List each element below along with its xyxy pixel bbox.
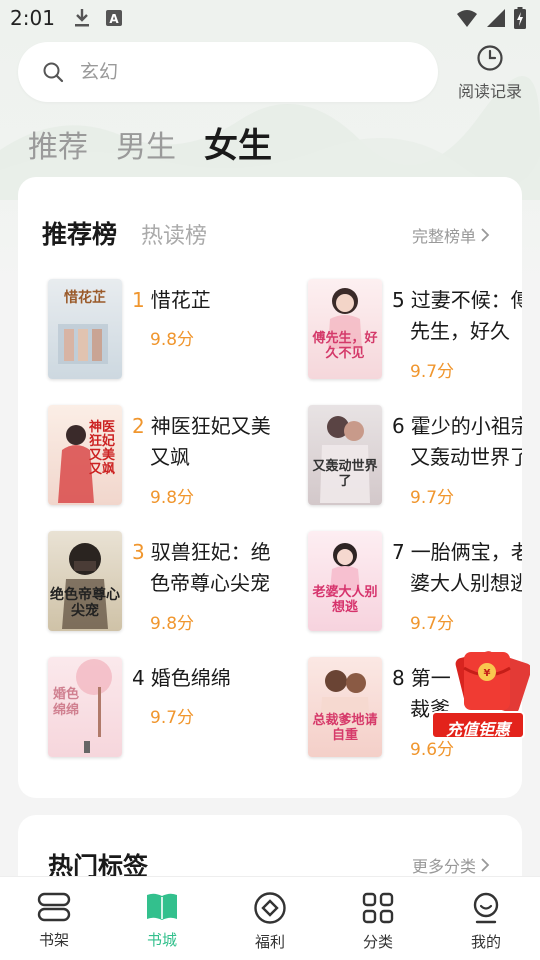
book-rank: 2 (132, 414, 145, 438)
nav-profile[interactable]: 我的 (446, 877, 526, 952)
cover-title: 神医狂妃又美又飒 (88, 420, 115, 477)
diamond-icon (254, 892, 286, 924)
tab-female[interactable]: 女生 (204, 118, 272, 167)
book-score: 9.7分 (150, 708, 195, 728)
book-cover: 神医狂妃又美又飒 (48, 405, 122, 505)
nav-label: 分类 (362, 933, 393, 951)
book-cover: 惜花芷 (48, 279, 122, 379)
wifi-icon (457, 10, 477, 27)
nav-label: 书架 (38, 931, 69, 949)
book-score: 9.8分 (150, 330, 195, 350)
book-cover: 绝色帝尊心尖宠 (48, 531, 122, 631)
app-notification-icon: A (105, 10, 122, 26)
book-cover: 婚色绵绵 (48, 657, 122, 757)
book-rank: 5 (392, 288, 405, 312)
book-item[interactable]: 老婆大人别想逃 7 一胎俩宝，老 婆大人别想逃 9.7分 (308, 531, 522, 634)
book-rank: 6 (392, 414, 405, 438)
cover-title: 又轰动世界了 (312, 459, 378, 489)
book-title: 1 惜花芷 (132, 288, 211, 312)
book-item[interactable]: 神医狂妃又美又飒 2 神医狂妃又美 又飒 9.8分 (48, 405, 308, 508)
svg-text:A: A (109, 12, 119, 26)
book-item[interactable]: 绝色帝尊心尖宠 3 驭兽狂妃：绝 色帝尊心尖宠 9.8分 (48, 531, 308, 634)
tab-male[interactable]: 男生 (116, 122, 176, 166)
book-title: 2 神医狂妃又美 又飒 (132, 414, 271, 469)
book-score: 9.8分 (150, 488, 195, 508)
download-icon (74, 9, 89, 27)
cover-illustration (330, 543, 360, 591)
more-categories-label: 更多分类 (411, 857, 476, 876)
book-cover: 总裁爹地请自重 (308, 657, 382, 757)
nav-bookshelf[interactable]: 书架 (14, 877, 94, 950)
profile-icon (473, 892, 499, 924)
recharge-promo-button[interactable]: ¥ 充值钜惠 (430, 648, 532, 744)
clock-icon (477, 45, 503, 71)
nav-label: 我的 (470, 933, 501, 951)
grid-icon (362, 892, 394, 924)
tab-recommend[interactable]: 推荐 (28, 122, 88, 166)
cover-title: 婚色绵绵 (52, 687, 79, 718)
book-score: 9.7分 (410, 614, 455, 634)
cover-title: 绝色帝尊心尖宠 (50, 587, 120, 619)
status-bar: 2:01 A (0, 0, 540, 36)
book-item[interactable]: 傅先生，好久不见 5 过妻不候：傅 先生，好久 9.7分 (308, 279, 522, 382)
book-title: 5 过妻不候：傅 先生，好久 (392, 288, 522, 343)
battery-icon (514, 7, 526, 29)
ranking-tabs: 推荐榜 热读榜 (42, 215, 207, 251)
book-title: 4 婚色绵绵 (132, 666, 231, 690)
cover-title: 老婆大人别想逃 (312, 585, 378, 615)
nav-label: 福利 (254, 933, 285, 951)
cover-title: 总裁爹地请自重 (312, 713, 378, 743)
promo-label: 充值钜惠 (445, 720, 510, 739)
more-categories-link[interactable]: 更多分类 (412, 853, 490, 877)
reading-history-label: 阅读记录 (457, 82, 522, 101)
book-cover: 傅先生，好久不见 (308, 279, 382, 379)
book-item[interactable]: 婚色绵绵 4 婚色绵绵 9.7分 (48, 657, 308, 759)
category-tabs: 推荐 男生 女生 (28, 118, 272, 167)
full-list-link[interactable]: 完整榜单 (412, 223, 490, 247)
search-input[interactable] (80, 61, 400, 83)
book-cover: 又轰动世界了 (308, 405, 382, 505)
bookshelf-icon (37, 892, 71, 922)
nav-category[interactable]: 分类 (338, 877, 418, 952)
cover-title: 傅先生，好久不见 (312, 331, 378, 361)
reading-history-button[interactable]: 阅读记录 (450, 44, 530, 102)
cover-illustration (328, 288, 362, 349)
svg-text:¥: ¥ (484, 668, 491, 679)
book-rank: 7 (392, 540, 405, 564)
cover-illustration (320, 416, 370, 503)
book-score: 9.8分 (150, 614, 195, 634)
signal-icon (487, 9, 505, 27)
nav-bookstore[interactable]: 书城 (122, 877, 202, 950)
book-score: 9.7分 (410, 362, 455, 382)
chevron-right-icon (481, 858, 490, 872)
book-rank: 3 (132, 540, 145, 564)
chevron-right-icon (481, 228, 490, 242)
search-box[interactable] (18, 42, 438, 102)
status-time: 2:01 (10, 6, 55, 30)
tab-recommend-ranking[interactable]: 推荐榜 (42, 215, 117, 251)
book-item[interactable]: 又轰动世界了 6 霍少的小祖宗 又轰动世界了 9.7分 (308, 405, 522, 508)
cover-illustration (58, 324, 108, 364)
book-rank: 1 (132, 288, 145, 312)
book-title: 7 一胎俩宝，老 婆大人别想逃 (392, 540, 522, 595)
book-score: 9.7分 (410, 488, 455, 508)
full-list-label: 完整榜单 (411, 227, 476, 246)
tab-hot-ranking[interactable]: 热读榜 (141, 218, 207, 250)
search-icon (43, 62, 64, 83)
book-open-icon (147, 893, 177, 920)
nav-welfare[interactable]: 福利 (230, 877, 310, 952)
book-cover: 老婆大人别想逃 (308, 531, 382, 631)
nav-label: 书城 (146, 931, 177, 949)
book-title: 3 驭兽狂妃：绝 色帝尊心尖宠 (132, 540, 271, 595)
book-rank: 8 (392, 666, 405, 690)
book-item[interactable]: 惜花芷 1 惜花芷 9.8分 (48, 279, 308, 381)
book-title: 6 霍少的小祖宗 又轰动世界了 (392, 414, 522, 469)
book-rank: 4 (132, 666, 145, 690)
bottom-nav: 书架 书城 福利 分类 我的 (0, 876, 540, 960)
